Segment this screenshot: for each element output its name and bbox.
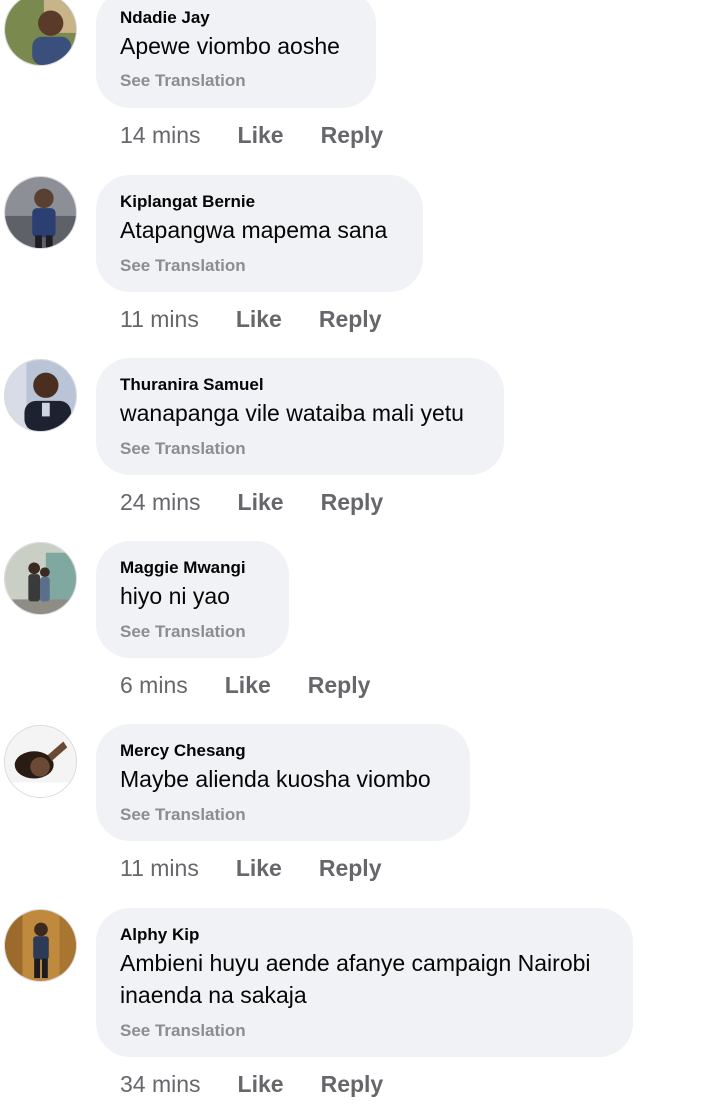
avatar-photo	[5, 177, 76, 248]
comment-actions: 14 mins Like Reply	[120, 120, 383, 150]
like-button[interactable]: Like	[238, 122, 284, 149]
comment-text: Apewe viombo aoshe	[120, 33, 340, 59]
comment-bubble: Ndadie Jay Apewe viombo aoshe See Transl…	[96, 0, 376, 108]
comment-actions: 24 mins Like Reply	[120, 487, 383, 517]
comment-timestamp[interactable]: 34 mins	[120, 1071, 201, 1098]
see-translation-link[interactable]: See Translation	[120, 71, 246, 91]
comment-text: Maybe alienda kuosha viombo	[120, 766, 431, 792]
avatar-photo	[5, 726, 76, 797]
avatar[interactable]	[4, 725, 77, 798]
reply-button[interactable]: Reply	[319, 306, 382, 333]
comment-bubble: Alphy Kip Ambieni huyu aende afanye camp…	[96, 908, 633, 1057]
comment-bubble: Maggie Mwangi hiyo ni yao See Translatio…	[96, 541, 289, 658]
comment-actions: 11 mins Like Reply	[120, 304, 382, 334]
comment-actions: 6 mins Like Reply	[120, 670, 370, 700]
comment-actions: 11 mins Like Reply	[120, 853, 382, 883]
like-button[interactable]: Like	[225, 672, 271, 699]
comment-bubble: Mercy Chesang Maybe alienda kuosha viomb…	[96, 724, 470, 841]
comment-author[interactable]: Mercy Chesang	[120, 741, 246, 761]
avatar-photo	[5, 360, 76, 431]
see-translation-link[interactable]: See Translation	[120, 622, 246, 642]
see-translation-link[interactable]: See Translation	[120, 439, 246, 459]
avatar[interactable]	[4, 359, 77, 432]
like-button[interactable]: Like	[236, 306, 282, 333]
avatar-photo	[5, 543, 76, 614]
comment-bubble: Thuranira Samuel wanapanga vile wataiba …	[96, 358, 504, 475]
comment-timestamp[interactable]: 6 mins	[120, 672, 188, 699]
avatar-photo	[5, 0, 76, 65]
like-button[interactable]: Like	[236, 855, 282, 882]
like-button[interactable]: Like	[238, 1071, 284, 1098]
reply-button[interactable]: Reply	[321, 1071, 384, 1098]
reply-button[interactable]: Reply	[319, 855, 382, 882]
avatar-photo	[5, 910, 76, 981]
avatar[interactable]	[4, 176, 77, 249]
comment-author[interactable]: Thuranira Samuel	[120, 375, 264, 395]
comment-actions: 34 mins Like Reply	[120, 1069, 383, 1099]
comment-author[interactable]: Maggie Mwangi	[120, 558, 246, 578]
see-translation-link[interactable]: See Translation	[120, 256, 246, 276]
comment-timestamp[interactable]: 24 mins	[120, 489, 201, 516]
comment-author[interactable]: Kiplangat Bernie	[120, 192, 255, 212]
comment-text: Atapangwa mapema sana	[120, 217, 388, 243]
comment-text: Ambieni huyu aende afanye campaign Nairo…	[120, 950, 591, 1008]
see-translation-link[interactable]: See Translation	[120, 1021, 246, 1041]
avatar[interactable]	[4, 542, 77, 615]
reply-button[interactable]: Reply	[308, 672, 371, 699]
comment-author[interactable]: Alphy Kip	[120, 925, 199, 945]
comment-text: wanapanga vile wataiba mali yetu	[120, 400, 464, 426]
reply-button[interactable]: Reply	[321, 489, 384, 516]
avatar[interactable]	[4, 0, 77, 66]
comment-timestamp[interactable]: 14 mins	[120, 122, 201, 149]
like-button[interactable]: Like	[238, 489, 284, 516]
comment-timestamp[interactable]: 11 mins	[120, 306, 199, 333]
see-translation-link[interactable]: See Translation	[120, 805, 246, 825]
avatar[interactable]	[4, 909, 77, 982]
reply-button[interactable]: Reply	[321, 122, 384, 149]
comment-timestamp[interactable]: 11 mins	[120, 855, 199, 882]
comment-author[interactable]: Ndadie Jay	[120, 8, 210, 28]
comment-bubble: Kiplangat Bernie Atapangwa mapema sana S…	[96, 175, 423, 292]
comment-text: hiyo ni yao	[120, 583, 230, 609]
